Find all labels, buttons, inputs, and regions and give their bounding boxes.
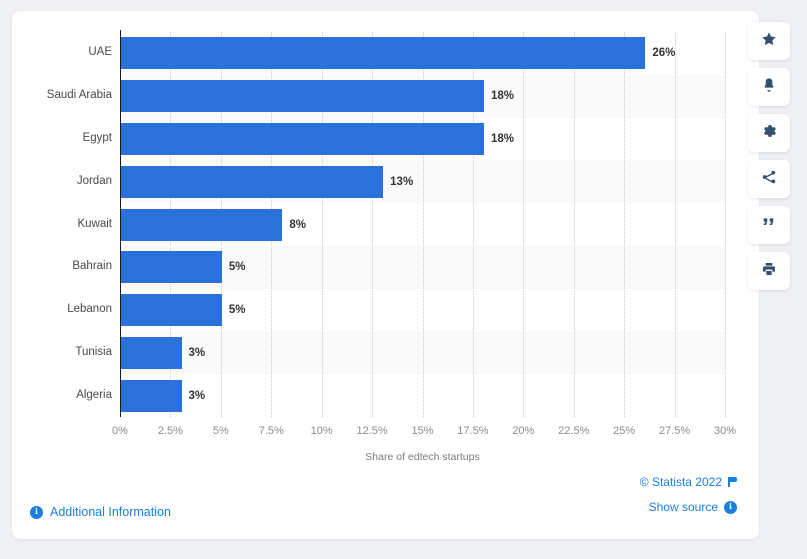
x-tick-label: 20% (512, 425, 535, 437)
bar[interactable] (121, 165, 384, 198)
chart-card: 26% 18% 18% 13% 8% 5% 5% 3% 3% UAE Saudi Arabia Eg… (12, 11, 759, 539)
x-tick-label: 10% (310, 425, 333, 437)
category-label: Lebanon (67, 303, 112, 316)
plot-area: 26% 18% 18% 13% 8% 5% 5% 3% 3% (120, 30, 727, 417)
print-icon (761, 261, 777, 282)
bar[interactable] (121, 208, 283, 241)
bar-value-label: 3% (188, 389, 206, 402)
bar[interactable] (121, 336, 182, 369)
x-tick-label: 25% (613, 425, 636, 437)
x-tick-label: 0% (112, 425, 128, 437)
toolbar-favorite-button[interactable] (748, 22, 790, 60)
toolbar-citation-button[interactable] (748, 206, 790, 244)
x-tick-label: 27.5% (658, 425, 691, 437)
category-label: Tunisia (75, 345, 112, 358)
toolbar-settings-button[interactable] (748, 114, 790, 152)
bar-value-label: 5% (228, 261, 246, 274)
info-icon: i (724, 500, 737, 514)
copyright-label: © Statista 2022 (639, 475, 722, 489)
category-label: Egypt (82, 131, 112, 144)
x-tick-label: 30% (713, 425, 737, 437)
show-source-label: Show source (648, 500, 718, 514)
x-tick-label: 7.5% (258, 425, 284, 437)
show-source-link[interactable]: Show source i (649, 500, 737, 514)
bar-value-label: 18% (491, 90, 515, 103)
gear-icon (761, 123, 777, 144)
gridline (624, 32, 626, 417)
bell-icon (761, 77, 777, 98)
x-tick-label: 12.5% (356, 425, 388, 437)
gridline (523, 32, 525, 417)
info-icon: i (30, 505, 43, 519)
x-tick-label: 22.5% (558, 425, 590, 437)
category-label: Jordan (76, 174, 112, 187)
bar-value-label: 13% (390, 175, 414, 188)
category-label: Saudi Arabia (46, 89, 112, 102)
share-icon (761, 169, 777, 190)
bar-chart: 26% 18% 18% 13% 8% 5% 5% 3% 3% UAE Saudi Arabia Eg… (12, 11, 759, 481)
x-tick-label: 2.5% (157, 425, 183, 437)
additional-information-label: Additional Information (50, 505, 171, 519)
bar[interactable] (121, 294, 222, 327)
bar[interactable] (121, 251, 222, 284)
side-toolbar (748, 22, 790, 290)
flag-icon (728, 477, 737, 487)
footer: i Additional Information © Statista 2022… (12, 475, 759, 539)
toolbar-print-button[interactable] (748, 252, 790, 290)
star-icon (761, 31, 777, 52)
bar-value-label: 26% (652, 47, 676, 60)
bar-value-label: 5% (228, 304, 246, 317)
additional-information-link[interactable]: i Additional Information (30, 505, 171, 519)
gridline (573, 32, 576, 417)
bar-value-label: 8% (289, 218, 306, 231)
copyright: © Statista 2022 (640, 475, 737, 489)
bar[interactable] (121, 122, 484, 155)
category-label: UAE (88, 46, 112, 59)
gridline (674, 32, 677, 417)
bar[interactable] (121, 379, 182, 412)
x-tick-label: 17.5% (457, 425, 489, 437)
quote-icon (761, 215, 777, 236)
toolbar-share-button[interactable] (748, 160, 790, 198)
bar-value-label: 18% (491, 132, 515, 145)
toolbar-alert-button[interactable] (748, 68, 790, 106)
x-axis-title: Share of edtech startups (365, 451, 480, 463)
bar-value-label: 3% (188, 346, 206, 359)
category-label: Algeria (76, 388, 112, 401)
category-label: Kuwait (77, 217, 112, 230)
x-tick-label: 15% (411, 425, 434, 437)
bar[interactable] (121, 37, 646, 70)
gridline (725, 32, 727, 417)
category-label: Bahrain (72, 260, 112, 273)
x-tick-label: 5% (212, 425, 229, 437)
bar[interactable] (121, 80, 484, 113)
